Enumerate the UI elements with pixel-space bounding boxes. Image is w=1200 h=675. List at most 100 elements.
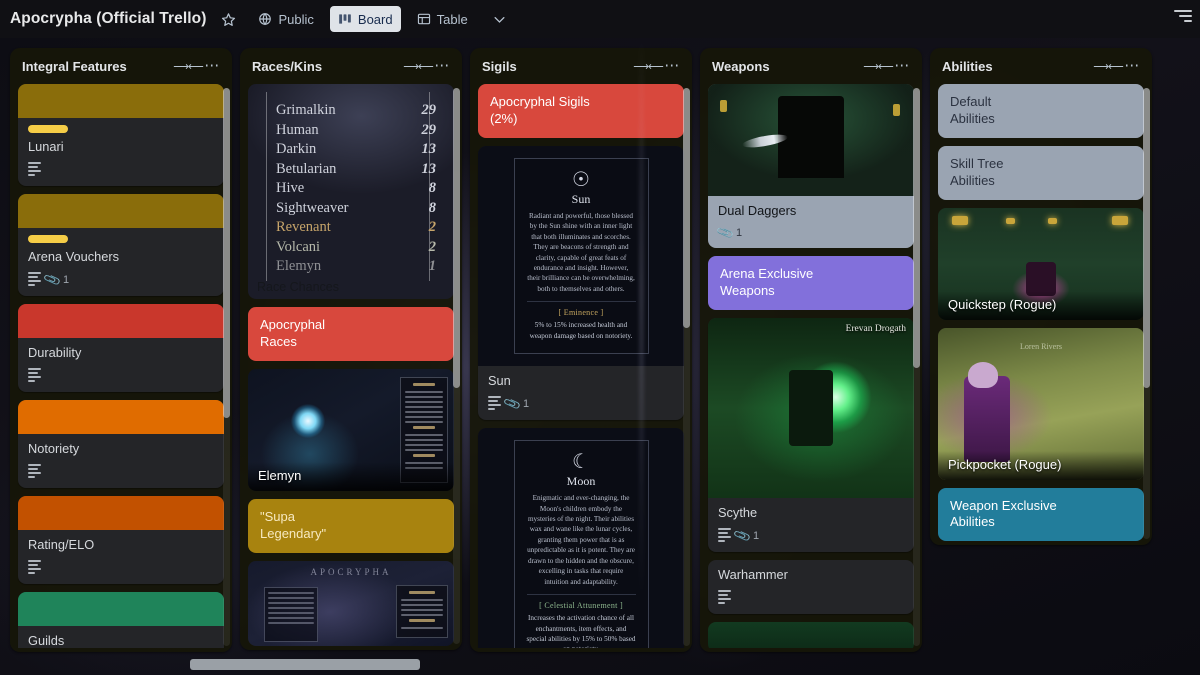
vertical-scrollbar[interactable] — [223, 88, 230, 646]
description-icon — [28, 560, 41, 576]
board-title[interactable]: Apocrypha (Official Trello) — [10, 10, 206, 28]
collapse-icon[interactable]: ⟶⟵ — [636, 55, 660, 77]
list-title[interactable]: Integral Features — [22, 59, 176, 74]
description-icon — [28, 368, 41, 384]
card-badges: 📎1 — [488, 396, 674, 412]
card-supa-legendary[interactable]: "Supa Legendary" — [248, 499, 454, 553]
more-views-button[interactable] — [484, 6, 515, 32]
moon-sigil-art: ☾ Moon Enigmatic and ever-changing, the … — [478, 428, 684, 648]
card-label[interactable] — [28, 125, 68, 133]
card-title-line2: Legendary" — [260, 526, 442, 543]
table-row: Human29 — [276, 122, 436, 139]
board-canvas: Integral Features ⟶⟵ ⋯ Lunari — [0, 38, 1200, 675]
sigil-name: Sun — [527, 192, 636, 207]
card-title-line1: Skill Tree — [950, 156, 1132, 173]
paperclip-icon: 📎 — [43, 270, 62, 289]
list-menu-icon[interactable]: ⋯ — [430, 55, 454, 77]
card-guilds[interactable]: Guilds — [18, 592, 224, 648]
sigil-effect-name: [ Eminence ] — [527, 308, 636, 317]
card-dual-daggers[interactable]: Dual Daggers 📎1 — [708, 84, 914, 248]
card-rating-elo[interactable]: Rating/ELO — [18, 496, 224, 584]
race-value: 8 — [429, 200, 436, 217]
card-quickstep-rogue[interactable]: Quickstep (Rogue) — [938, 208, 1144, 320]
list-menu-icon[interactable]: ⋯ — [200, 55, 224, 77]
attachment-badge: 📎1 — [718, 226, 742, 240]
card-badges — [718, 590, 904, 606]
table-row: Sightweaver8 — [276, 200, 436, 217]
collapse-icon[interactable]: ⟶⟵ — [406, 55, 430, 77]
table-icon — [417, 12, 431, 26]
card-cover — [18, 194, 224, 228]
card-arena-vouchers[interactable]: Arena Vouchers 📎1 — [18, 194, 224, 296]
vertical-scrollbar[interactable] — [913, 88, 920, 646]
vertical-scrollbar[interactable] — [1143, 88, 1150, 539]
card-title-line1: "Supa — [260, 509, 442, 526]
race-value: 2 — [429, 219, 436, 236]
horizontal-scrollbar[interactable] — [0, 659, 1200, 671]
list-menu-icon[interactable]: ⋯ — [890, 55, 914, 77]
paperclip-icon: 📎 — [503, 395, 522, 414]
card-apocryphal-sigils[interactable]: Apocryphal Sigils (2%) — [478, 84, 684, 138]
card-title-line1: Arena Exclusive — [720, 266, 902, 283]
card-label[interactable] — [28, 235, 68, 243]
collapse-icon[interactable]: ⟶⟵ — [176, 55, 200, 77]
race-value: 29 — [422, 102, 437, 119]
list-sigils: Sigils ⟶⟵ ⋯ Apocryphal Sigils (2%) ☉ Sun… — [470, 48, 692, 652]
list-menu-icon[interactable]: ⋯ — [1120, 55, 1144, 77]
apocrypha-art: APOCRYPHA — [248, 561, 454, 646]
card-title: Lunari — [28, 139, 214, 155]
card-apocryphal-races[interactable]: Apocryphal Races — [248, 307, 454, 361]
star-board-button[interactable] — [214, 6, 242, 32]
card-next-weapon[interactable] — [708, 622, 914, 648]
card-title: Scythe — [718, 505, 904, 521]
art-title: APOCRYPHA — [310, 567, 391, 577]
race-chances-art: Grimalkin29 Human29 Darkin13 Betularian1… — [248, 84, 454, 299]
board-visibility-button[interactable]: Public — [250, 6, 321, 32]
card-pickpocket-rogue[interactable]: Loren Rivers Pickpocket (Rogue) — [938, 328, 1144, 480]
card-title-line1: Apocryphal — [260, 317, 442, 334]
sigil-frame: ☾ Moon Enigmatic and ever-changing, the … — [514, 440, 649, 648]
list-cards: Lunari Arena Vouchers 📎1 — [10, 84, 232, 648]
card-sun[interactable]: ☉ Sun Radiant and powerful, those blesse… — [478, 146, 684, 420]
list-title[interactable]: Weapons — [712, 59, 866, 74]
list-title[interactable]: Sigils — [482, 59, 636, 74]
list-cards: Apocryphal Sigils (2%) ☉ Sun Radiant and… — [470, 84, 692, 648]
card-title: Sun — [488, 373, 674, 389]
description-badge — [28, 368, 41, 384]
art-left-panel — [264, 587, 318, 642]
attachment-count: 1 — [753, 530, 759, 542]
card-title: Elemyn — [248, 462, 454, 491]
collapse-icon[interactable]: ⟶⟵ — [866, 55, 890, 77]
collapse-icon[interactable]: ⟶⟵ — [1096, 55, 1120, 77]
attachment-count: 1 — [523, 398, 529, 410]
tab-board[interactable]: Board — [330, 6, 401, 32]
card-notoriety[interactable]: Notoriety — [18, 400, 224, 488]
list-menu-icon[interactable]: ⋯ — [660, 55, 684, 77]
card-title: Guilds — [28, 633, 214, 648]
list-title[interactable]: Abilities — [942, 59, 1096, 74]
card-elemyn[interactable]: Elemyn — [248, 369, 454, 491]
table-row: Elemyn1 — [276, 258, 436, 275]
filter-icon[interactable] — [1172, 10, 1192, 28]
card-moon[interactable]: ☾ Moon Enigmatic and ever-changing, the … — [478, 428, 684, 648]
card-badges: 📎1 — [718, 226, 904, 240]
tab-table[interactable]: Table — [409, 6, 476, 32]
card-lunari[interactable]: Lunari — [18, 84, 224, 186]
card-default-abilities[interactable]: Default Abilities — [938, 84, 1144, 138]
vertical-scrollbar[interactable] — [453, 88, 460, 644]
card-weapon-exclusive-abilities[interactable]: Weapon Exclusive Abilities — [938, 488, 1144, 542]
list-weapons: Weapons ⟶⟵ ⋯ Dual Daggers 📎1 — [700, 48, 922, 652]
card-title-line2: Abilities — [950, 111, 1132, 128]
sun-icon: ☉ — [527, 169, 636, 191]
card-apocrypha-art[interactable]: APOCRYPHA — [248, 561, 454, 646]
card-arena-exclusive-weapons[interactable]: Arena Exclusive Weapons — [708, 256, 914, 310]
card-durability[interactable]: Durability — [18, 304, 224, 392]
list-title[interactable]: Races/Kins — [252, 59, 406, 74]
card-warhammer[interactable]: Warhammer — [708, 560, 914, 614]
pickpocket-art: Loren Rivers Pickpocket (Rogue) — [938, 328, 1144, 480]
list-cards: Dual Daggers 📎1 Arena Exclusive Weapons … — [700, 84, 922, 648]
card-scythe[interactable]: Erevan Drogath Scythe 📎1 — [708, 318, 914, 552]
card-race-chances[interactable]: Grimalkin29 Human29 Darkin13 Betularian1… — [248, 84, 454, 299]
vertical-scrollbar[interactable] — [683, 88, 690, 646]
card-skill-tree-abilities[interactable]: Skill Tree Abilities — [938, 146, 1144, 200]
